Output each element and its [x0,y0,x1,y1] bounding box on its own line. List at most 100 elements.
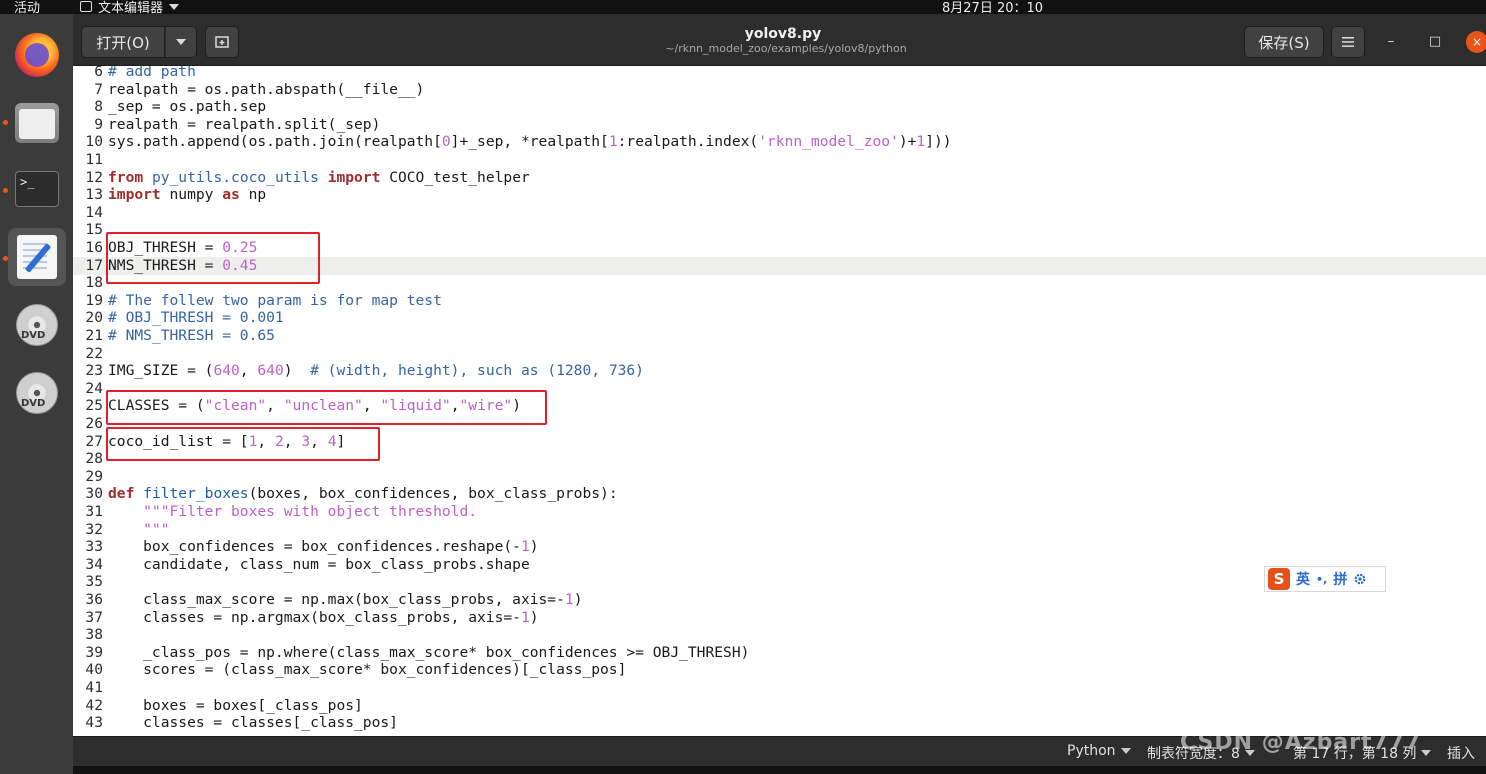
dock-files[interactable] [8,94,66,152]
code-line[interactable]: 23 IMG_SIZE = (640, 640) # (width, height… [73,362,1486,380]
new-tab-button[interactable] [205,26,239,58]
line-number: 16 [85,239,103,256]
line-number: 26 [85,415,103,432]
line-number: 14 [85,203,103,221]
insert-mode-label: 插入 [1447,746,1475,762]
line-number: 43 [85,714,103,732]
open-button[interactable]: 打开(O) [81,26,165,58]
code-line[interactable]: 37 classes = np.argmax(box_class_probs, … [73,609,1486,627]
dock-text-editor[interactable] [8,228,66,286]
annotation-box-coco-id-list [106,427,380,461]
code-line[interactable]: 41 [73,679,1486,697]
line-code: # OBJ_THRESH = 0.001 [108,309,284,327]
dock: >_ DVD DVD [0,14,73,774]
code-line[interactable]: 29 [73,468,1486,486]
code-line[interactable]: 10 sys.path.append(os.path.join(realpath[… [73,133,1486,151]
line-number: 39 [85,643,103,661]
close-button[interactable]: × [1466,31,1486,53]
chevron-down-icon [176,39,186,45]
dock-terminal[interactable]: >_ [8,160,66,218]
code-line[interactable]: 36 class_max_score = np.max(box_class_pr… [73,591,1486,609]
line-number: 40 [85,661,103,679]
text-editor-icon [80,1,92,12]
line-number: 11 [85,151,103,168]
line-number: 23 [85,362,103,380]
line-code: sys.path.append(os.path.join(realpath[0]… [108,133,952,151]
insert-mode: 插入 [1447,743,1475,763]
annotation-box-classes [106,390,547,425]
line-number: 42 [85,696,103,714]
code-line[interactable]: 12 from py_utils.coco_utils import COCO_t… [73,169,1486,187]
code-line[interactable]: 14 [73,204,1486,222]
code-line[interactable]: 22 [73,345,1486,363]
line-number: 6 [94,66,103,80]
line-number: 24 [85,379,103,397]
chevron-down-icon [1120,748,1131,754]
line-code: class_max_score = np.max(box_class_probs… [108,591,583,608]
line-code: # The follew two param is for map test [108,291,442,309]
code-line[interactable]: 32 """ [73,521,1486,539]
line-number: 9 [94,115,103,133]
code-line[interactable]: 30 def filter_boxes(boxes, box_confidence… [73,485,1486,503]
code-line[interactable]: 8 _sep = os.path.sep [73,98,1486,116]
code-line[interactable]: 33 box_confidences = box_confidences.res… [73,538,1486,556]
line-code: IMG_SIZE = (640, 640) # (width, height),… [108,362,644,380]
line-number: 20 [85,309,103,327]
line-number: 19 [85,291,103,309]
gear-icon[interactable] [1353,572,1367,586]
language-selector[interactable]: Python [1067,743,1131,759]
line-number: 37 [85,608,103,626]
code-line[interactable]: 13 import numpy as np [73,186,1486,204]
line-code: from py_utils.coco_utils import COCO_tes… [108,168,530,186]
sogou-logo-icon: S [1268,568,1290,590]
code-line[interactable]: 7 realpath = os.path.abspath(__file__) [73,81,1486,99]
open-menu-button[interactable] [165,26,197,58]
code-line[interactable]: 39 _class_pos = np.where(class_max_score… [73,644,1486,662]
code-line[interactable]: 20 # OBJ_THRESH = 0.001 [73,309,1486,327]
terminal-icon: >_ [15,171,59,207]
window-title: yolov8.py [744,26,822,42]
line-code: boxes = boxes[_class_pos] [108,696,363,714]
ime-language[interactable]: 英 [1296,569,1310,589]
line-number: 35 [85,573,103,591]
system-top-bar: 活动 文本编辑器 8月27日 20：10 [0,0,1486,16]
code-line[interactable]: 38 [73,626,1486,644]
maximize-button[interactable]: □ [1425,32,1445,52]
ime-punctuation[interactable]: •, [1316,573,1327,586]
line-number: 7 [94,80,103,98]
line-number: 25 [85,397,103,415]
dock-firefox[interactable] [8,26,66,84]
line-number: 12 [85,168,103,186]
code-line[interactable]: 19 # The follew two param is for map test [73,292,1486,310]
minimize-button[interactable]: – [1381,32,1401,52]
line-code: # NMS_THRESH = 0.65 [108,327,275,344]
save-button[interactable]: 保存(S) [1244,26,1324,58]
line-number: 27 [85,432,103,450]
chevron-down-icon [1421,750,1432,756]
line-code: _class_pos = np.where(class_max_score* b… [108,643,750,661]
code-line[interactable]: 6 # add path [73,66,1486,81]
line-code: """Filter boxes with object threshold. [108,503,478,520]
watermark: CSDN @Azbart777 [1180,730,1422,755]
code-line[interactable]: 31 """Filter boxes with object threshold… [73,503,1486,521]
code-line[interactable]: 9 realpath = realpath.split(_sep) [73,116,1486,134]
code-line[interactable]: 21 # NMS_THRESH = 0.65 [73,327,1486,345]
code-line[interactable]: 40 scores = (class_max_score* box_confid… [73,661,1486,679]
line-number: 18 [85,274,103,292]
file-path: ~/rknn_model_zoo/examples/yolov8/python [665,42,907,55]
files-icon [15,103,59,143]
line-code: """ [108,520,170,538]
main-menu-button[interactable] [1331,26,1365,58]
dock-dvd-2[interactable]: DVD [8,364,66,422]
ime-mode[interactable]: 拼 [1333,569,1347,589]
line-number: 17 [85,256,103,274]
dock-dvd-1[interactable]: DVD [8,296,66,354]
code-line[interactable]: 11 [73,151,1486,169]
ime-toolbar[interactable]: S 英 •, 拼 [1264,566,1386,592]
line-code: scores = (class_max_score* box_confidenc… [108,661,627,679]
line-code: classes = np.argmax(box_class_probs, axi… [108,608,539,626]
line-number: 41 [85,679,103,696]
line-code: def filter_boxes(boxes, box_confidences,… [108,485,618,503]
code-line[interactable]: 42 boxes = boxes[_class_pos] [73,697,1486,715]
code-editor[interactable]: 6 # add path 7 realpath = os.path.abspath(_… [73,66,1486,736]
